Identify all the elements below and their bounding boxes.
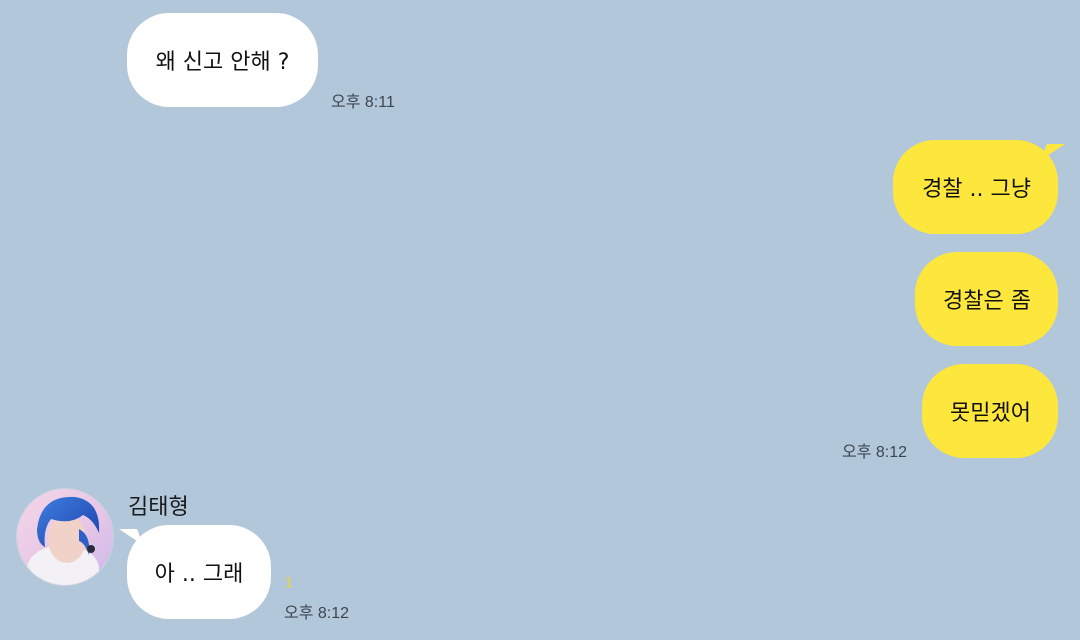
profile-photo-icon [17, 489, 113, 585]
outgoing-message-bubble[interactable]: 못믿겠어 [922, 364, 1058, 458]
message-text: 왜 신고 안해 ? [155, 50, 290, 75]
message-text: 아 .. 그래 [154, 562, 244, 587]
sender-name: 김태형 [128, 495, 189, 520]
bubble-tail [119, 529, 143, 545]
unread-count-badge: 1 [285, 574, 293, 590]
incoming-message-bubble[interactable]: 왜 신고 안해 ? [127, 13, 318, 107]
message-timestamp: 오후 8:11 [331, 94, 395, 111]
outgoing-message-bubble[interactable]: 경찰은 좀 [915, 252, 1058, 346]
message-text: 경찰 .. 그냥 [922, 177, 1031, 202]
message-text: 못믿겠어 [950, 401, 1031, 426]
avatar[interactable] [16, 488, 114, 586]
message-text: 경찰은 좀 [943, 289, 1031, 314]
message-timestamp: 오후 8:12 [842, 444, 908, 461]
bubble-tail [1041, 144, 1065, 160]
outgoing-message-bubble[interactable]: 경찰 .. 그냥 [893, 140, 1058, 234]
incoming-message-bubble[interactable]: 아 .. 그래 [127, 525, 271, 619]
message-timestamp: 오후 8:12 [284, 605, 350, 622]
